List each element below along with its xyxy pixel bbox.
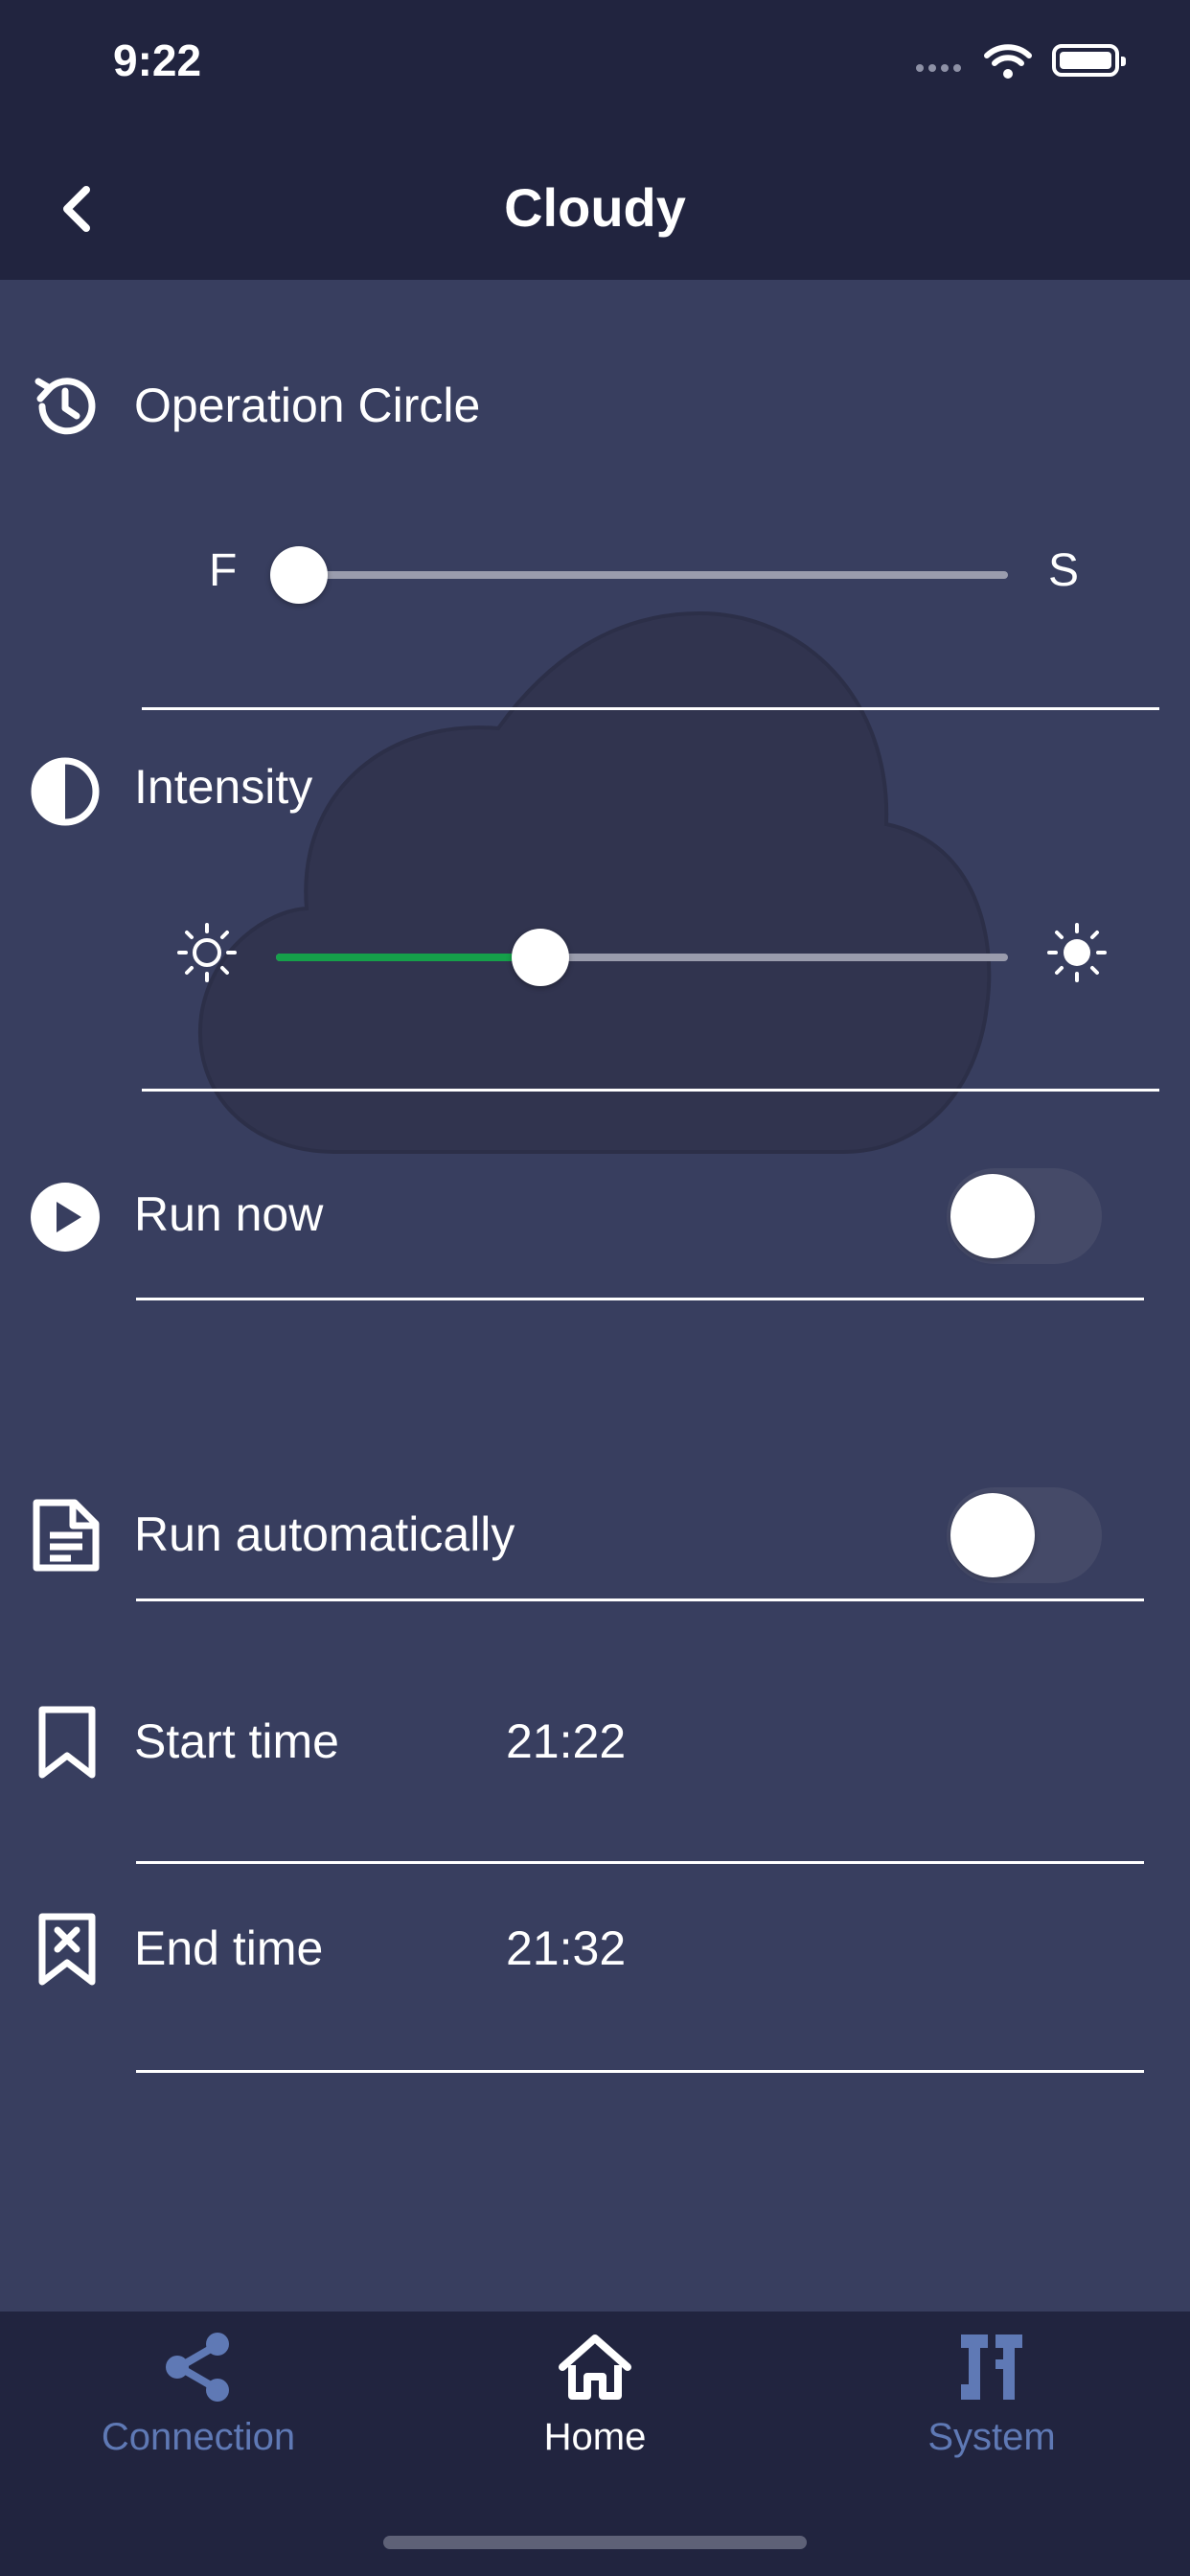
document-icon [33,1499,100,1572]
tab-connection[interactable]: Connection [0,2329,397,2459]
run-now-label: Run now [134,1187,324,1241]
run-now-toggle[interactable] [947,1168,1102,1264]
operation-circle-track[interactable] [299,571,1008,579]
tools-icon [961,2334,1022,2400]
battery-icon [1052,44,1126,77]
history-icon [34,378,96,435]
sun-outline-icon [177,923,237,982]
status-bar: 9:22 [0,0,1190,134]
divider [142,707,1159,710]
start-time-label: Start time [134,1714,339,1768]
cellular-signal-icon [916,59,966,77]
wifi-icon [984,44,1032,79]
status-time: 9:22 [113,35,202,85]
bookmark-icon [38,1706,96,1779]
end-time-value[interactable]: 21:32 [506,1920,626,1976]
tab-home-label: Home [543,2416,647,2458]
intensity-label: Intensity [134,760,313,814]
run-automatically-toggle[interactable] [947,1487,1102,1583]
contrast-icon [31,757,100,826]
run-automatically-label: Run automatically [134,1507,515,1561]
operation-circle-label: Operation Circle [134,379,481,432]
divider [142,1089,1159,1092]
bookmark-remove-icon [38,1913,96,1986]
navigation-bar: Cloudy [0,134,1190,280]
tab-home[interactable]: Home [397,2329,793,2459]
back-button[interactable] [50,180,107,238]
divider [136,1861,1144,1864]
divider [136,2070,1144,2073]
sun-filled-icon [1047,923,1107,982]
end-time-label: End time [134,1921,324,1975]
toggle-knob [950,1174,1035,1258]
tab-system-label: System [927,2416,1056,2458]
tab-system[interactable]: System [793,2329,1190,2459]
divider [136,1598,1144,1601]
start-time-value[interactable]: 21:22 [506,1714,626,1769]
tab-connection-label: Connection [101,2416,296,2458]
intensity-thumb[interactable] [512,929,569,986]
intensity-fill [276,954,540,961]
share-icon [166,2333,229,2402]
page-title: Cloudy [504,177,686,238]
home-icon [559,2334,631,2400]
operation-circle-min-label: F [209,545,238,596]
cloud-watermark-icon [197,610,992,1154]
home-indicator [383,2536,807,2549]
toggle-knob [950,1493,1035,1577]
operation-circle-max-label: S [1048,545,1080,596]
divider [136,1298,1144,1300]
play-circle-icon [31,1183,100,1252]
operation-circle-thumb[interactable] [270,546,328,604]
